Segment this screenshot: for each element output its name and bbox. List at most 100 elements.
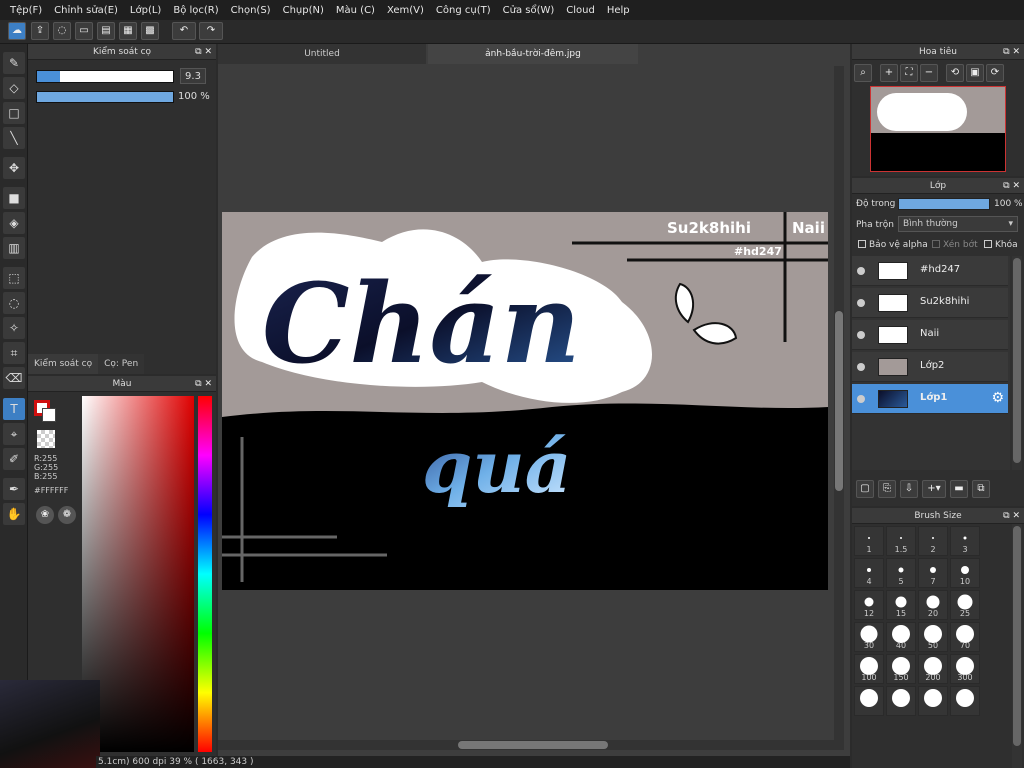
layer-scroll-thumb[interactable] bbox=[1013, 258, 1021, 463]
brush-size-cell[interactable] bbox=[854, 686, 884, 716]
zoom-in-icon[interactable]: + bbox=[880, 64, 898, 82]
protect-alpha-checkbox[interactable]: Bảo vệ alpha bbox=[858, 240, 928, 250]
brush-size-cell[interactable]: 100 bbox=[854, 654, 884, 684]
eye-icon[interactable] bbox=[857, 331, 865, 339]
cloud-icon[interactable]: ☁ bbox=[8, 22, 26, 40]
eye-icon[interactable] bbox=[857, 395, 865, 403]
brush-size-cell[interactable]: 25 bbox=[950, 590, 980, 620]
speech-bubble-icon[interactable]: ◌ bbox=[53, 22, 71, 40]
close-icon[interactable]: ⧉ ✕ bbox=[1003, 44, 1020, 60]
rotate-left-icon[interactable]: ⟲ bbox=[946, 64, 964, 82]
brush-size-value[interactable]: 9.3 bbox=[180, 68, 206, 84]
select-pen-tool-icon[interactable]: ⌗ bbox=[3, 342, 25, 364]
brush-size-cell[interactable] bbox=[950, 686, 980, 716]
comment-icon[interactable]: ▭ bbox=[75, 22, 93, 40]
brush-size-cell[interactable]: 15 bbox=[886, 590, 916, 620]
eyedropper-tool-icon[interactable]: ✐ bbox=[3, 448, 25, 470]
page-icon[interactable]: ▤ bbox=[97, 22, 115, 40]
duplicate-layer-icon[interactable]: ⎘ bbox=[878, 480, 896, 498]
eye-icon[interactable] bbox=[857, 267, 865, 275]
menu-item[interactable]: Cửa sổ(W) bbox=[497, 5, 561, 16]
eye-icon[interactable] bbox=[857, 299, 865, 307]
brush-size-cell[interactable]: 20 bbox=[918, 590, 948, 620]
doc-tab-untitled[interactable]: Untitled bbox=[218, 44, 426, 64]
hue-slider[interactable] bbox=[198, 396, 212, 752]
doc-tab-night-sky[interactable]: ảnh-bầu-trời-đêm.jpg bbox=[428, 44, 638, 64]
new-layer-icon[interactable]: ▢ bbox=[856, 480, 874, 498]
fill-rect-tool-icon[interactable]: ■ bbox=[3, 187, 25, 209]
menu-item[interactable]: Tệp(F) bbox=[4, 5, 48, 16]
rotate-right-icon[interactable]: ⟳ bbox=[986, 64, 1004, 82]
blend-mode-select[interactable]: Bình thường ▾ bbox=[898, 216, 1018, 232]
brush-size-cell[interactable]: 70 bbox=[950, 622, 980, 652]
menu-item[interactable]: Công cụ(T) bbox=[430, 5, 497, 16]
text-tool-icon[interactable]: T bbox=[3, 398, 25, 420]
brush-size-scrollbar[interactable] bbox=[1012, 524, 1022, 768]
horizontal-scroll-thumb[interactable] bbox=[458, 741, 608, 749]
zoom-out-icon[interactable]: − bbox=[920, 64, 938, 82]
brush-size-cell[interactable]: 2 bbox=[918, 526, 948, 556]
secondary-color-swatch[interactable] bbox=[42, 408, 56, 422]
select-eraser-tool-icon[interactable]: ⌫ bbox=[3, 367, 25, 389]
brush-size-cell[interactable] bbox=[886, 686, 916, 716]
layer-item[interactable]: Naii bbox=[852, 320, 1008, 350]
lasso-tool-icon[interactable]: ◌ bbox=[3, 292, 25, 314]
close-icon[interactable]: ⧉ ✕ bbox=[1003, 508, 1020, 524]
brush-size-slider[interactable] bbox=[36, 70, 174, 83]
panel-layout-icon[interactable]: ▦ bbox=[119, 22, 137, 40]
menu-item[interactable]: Màu (C) bbox=[330, 5, 381, 16]
lock-checkbox[interactable]: Khóa bbox=[984, 240, 1018, 250]
pen-tool-icon[interactable]: ✒ bbox=[3, 478, 25, 500]
redo-icon[interactable]: ↷ bbox=[199, 22, 223, 40]
navigator-preview[interactable] bbox=[870, 86, 1006, 172]
menu-item[interactable]: Cloud bbox=[560, 5, 601, 16]
folder-icon[interactable]: ▬ bbox=[950, 480, 968, 498]
brush-size-cell[interactable]: 7 bbox=[918, 558, 948, 588]
move-tool-icon[interactable]: ✥ bbox=[3, 157, 25, 179]
transparent-swatch[interactable] bbox=[37, 430, 55, 448]
gear-icon[interactable]: ⚙ bbox=[991, 390, 1004, 406]
layer-item[interactable]: #hd247 bbox=[852, 256, 1008, 286]
menu-item[interactable]: Chụp(N) bbox=[277, 5, 330, 16]
tab-brush-control[interactable]: Kiểm soát cọ bbox=[28, 354, 99, 374]
eraser-tool-icon[interactable]: ◇ bbox=[3, 77, 25, 99]
export-icon[interactable]: ⇪ bbox=[31, 22, 49, 40]
brush-size-cell[interactable]: 50 bbox=[918, 622, 948, 652]
brush-size-cell[interactable]: 30 bbox=[854, 622, 884, 652]
frame-tool-icon[interactable]: ⌖ bbox=[3, 423, 25, 445]
eye-icon[interactable] bbox=[857, 363, 865, 371]
menu-item[interactable]: Help bbox=[601, 5, 636, 16]
brush-size-cell[interactable]: 12 bbox=[854, 590, 884, 620]
undo-icon[interactable]: ↶ bbox=[172, 22, 196, 40]
tab-pen[interactable]: Cọ: Pen bbox=[98, 354, 145, 374]
vertical-scroll-thumb[interactable] bbox=[835, 311, 843, 491]
brush-size-cell[interactable]: 10 bbox=[950, 558, 980, 588]
menu-item[interactable]: Bộ lọc(R) bbox=[167, 5, 224, 16]
palette-icon[interactable]: ❀ bbox=[36, 506, 54, 524]
add-layer-menu-icon[interactable]: +▾ bbox=[922, 480, 946, 498]
brush-tool-icon[interactable]: ✎ bbox=[3, 52, 25, 74]
line-tool-icon[interactable]: ╲ bbox=[3, 127, 25, 149]
artwork-canvas[interactable]: Chán quá Su2k8hihi Naii #hd247 bbox=[222, 212, 828, 590]
brush-size-cell[interactable]: 4 bbox=[854, 558, 884, 588]
gradient-tool-icon[interactable]: ▥ bbox=[3, 237, 25, 259]
brush-opacity-slider[interactable] bbox=[36, 91, 174, 103]
layer-item[interactable]: Su2k8hihi bbox=[852, 288, 1008, 318]
reset-icon[interactable]: ▣ bbox=[966, 64, 984, 82]
select-rect-tool-icon[interactable]: ⬚ bbox=[3, 267, 25, 289]
brush-size-cell[interactable] bbox=[918, 686, 948, 716]
brush-size-scroll-thumb[interactable] bbox=[1013, 526, 1021, 746]
brush-size-cell[interactable]: 5 bbox=[886, 558, 916, 588]
merge-layer-icon[interactable]: ⇩ bbox=[900, 480, 918, 498]
brush-size-cell[interactable]: 300 bbox=[950, 654, 980, 684]
close-icon[interactable]: ⧉ ✕ bbox=[195, 376, 212, 392]
layer-scrollbar[interactable] bbox=[1012, 256, 1022, 470]
horizontal-scrollbar[interactable] bbox=[218, 740, 844, 750]
layer-opacity-slider[interactable] bbox=[898, 198, 990, 210]
layer-copy-icon[interactable]: ⧉ bbox=[972, 480, 990, 498]
menu-item[interactable]: Xem(V) bbox=[381, 5, 430, 16]
vertical-scrollbar[interactable] bbox=[834, 66, 844, 742]
brush-size-cell[interactable]: 40 bbox=[886, 622, 916, 652]
zoom-search-icon[interactable]: ⌕ bbox=[854, 64, 872, 82]
magic-wand-tool-icon[interactable]: ✧ bbox=[3, 317, 25, 339]
